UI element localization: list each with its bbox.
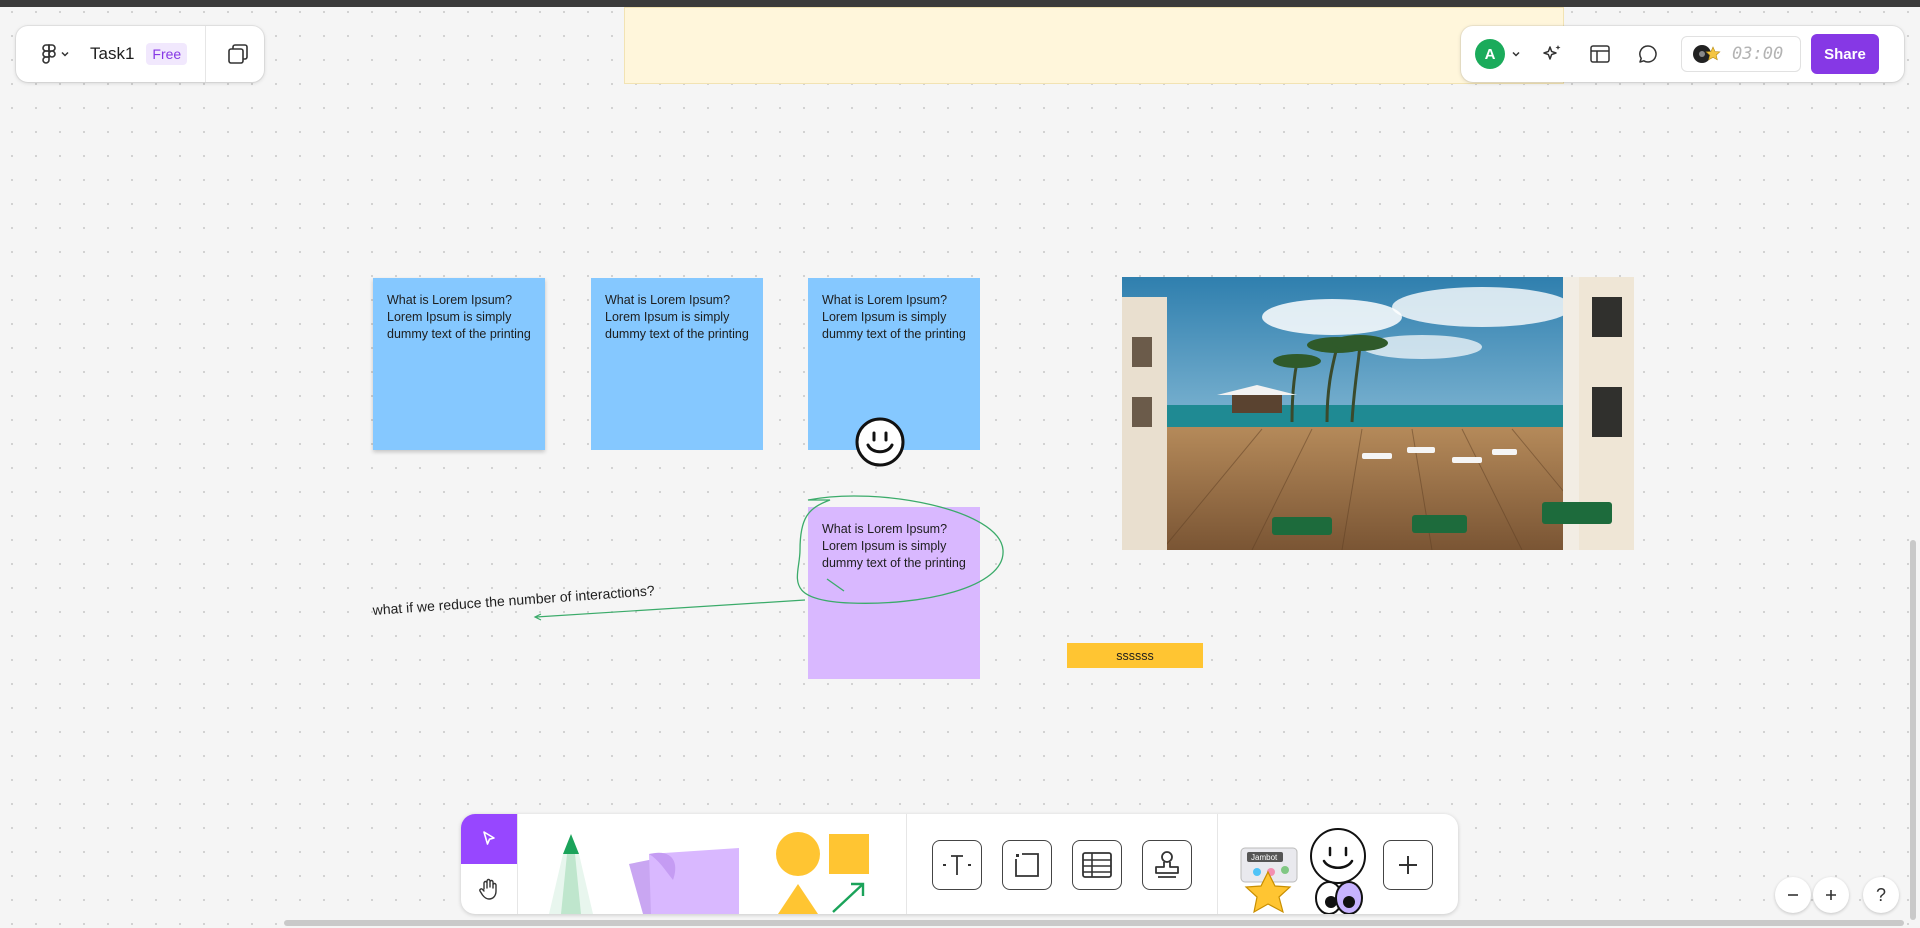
timer-widget[interactable]: 03:00 xyxy=(1681,36,1801,72)
minus-icon xyxy=(1788,894,1798,896)
table-icon xyxy=(1082,852,1112,878)
zoom-controls: ? xyxy=(1775,877,1901,913)
layout-icon xyxy=(1590,45,1610,63)
figma-logo-icon xyxy=(42,44,56,64)
header-divider xyxy=(205,26,207,82)
vertical-scrollbar[interactable] xyxy=(1910,540,1916,920)
table-tool[interactable] xyxy=(1072,840,1122,890)
text-tool[interactable] xyxy=(932,840,982,890)
section-frame-icon xyxy=(1015,853,1039,877)
sticky-note[interactable]: What is Lorem Ipsum? Lorem Ipsum is simp… xyxy=(591,278,763,450)
sparkle-icon xyxy=(1543,45,1561,60)
user-avatar[interactable]: A xyxy=(1475,39,1505,69)
main-menu-button[interactable] xyxy=(30,34,82,74)
marker-tool[interactable] xyxy=(541,830,601,914)
pages-button[interactable] xyxy=(218,34,258,74)
stamp-icon xyxy=(1155,851,1179,878)
more-tools-button[interactable] xyxy=(1383,840,1433,890)
sticky-note[interactable]: What is Lorem Ipsum? Lorem Ipsum is simp… xyxy=(373,278,545,450)
window-top-strip xyxy=(0,0,1920,7)
plus-icon xyxy=(1826,890,1836,900)
comments-button[interactable] xyxy=(1631,37,1665,71)
chevron-down-icon xyxy=(61,51,69,57)
creation-toolbar: Jambot xyxy=(461,814,1458,914)
toolbar-divider xyxy=(906,814,907,914)
smiley-face-icon[interactable] xyxy=(854,416,906,468)
file-header: Task1 Free xyxy=(16,26,264,82)
shapes-tool[interactable] xyxy=(775,830,899,914)
toolbar-divider xyxy=(1217,814,1218,914)
sticker-label: Jambot xyxy=(1251,853,1278,862)
timer-value: 03:00 xyxy=(1732,44,1784,64)
sticky-note-tool[interactable] xyxy=(619,830,759,914)
collaboration-header: A 03:00 Share xyxy=(1461,26,1904,82)
label-pill[interactable]: ssssss xyxy=(1067,643,1203,668)
section-tool[interactable] xyxy=(1002,840,1052,890)
templates-button[interactable] xyxy=(1583,37,1617,71)
hand-icon xyxy=(479,878,497,900)
toolbar-divider xyxy=(517,814,518,914)
help-label: ? xyxy=(1875,884,1886,905)
lasso-annotation[interactable] xyxy=(360,490,1020,650)
pages-icon xyxy=(228,44,249,64)
ai-sparkle-button[interactable] xyxy=(1535,37,1569,71)
comment-icon xyxy=(1639,45,1657,63)
file-name[interactable]: Task1 xyxy=(90,44,134,64)
zoom-out-button[interactable] xyxy=(1775,877,1811,913)
plan-badge[interactable]: Free xyxy=(146,43,188,65)
chevron-down-icon[interactable] xyxy=(1511,49,1521,59)
notification-banner xyxy=(624,7,1564,84)
text-t-icon xyxy=(943,855,971,875)
cursor-arrow-icon xyxy=(483,831,495,845)
hand-tool[interactable] xyxy=(461,864,517,914)
help-button[interactable]: ? xyxy=(1863,877,1899,913)
poolside-deck-photo[interactable] xyxy=(1122,277,1634,550)
stamp-tool[interactable] xyxy=(1142,840,1192,890)
horizontal-scrollbar[interactable] xyxy=(284,920,1904,926)
plus-icon xyxy=(1399,856,1417,874)
music-stickers-icon xyxy=(1693,45,1721,63)
stickers-tool[interactable]: Jambot xyxy=(1237,826,1377,914)
share-button[interactable]: Share xyxy=(1811,34,1879,74)
zoom-in-button[interactable] xyxy=(1813,877,1849,913)
select-tool[interactable] xyxy=(461,814,517,864)
